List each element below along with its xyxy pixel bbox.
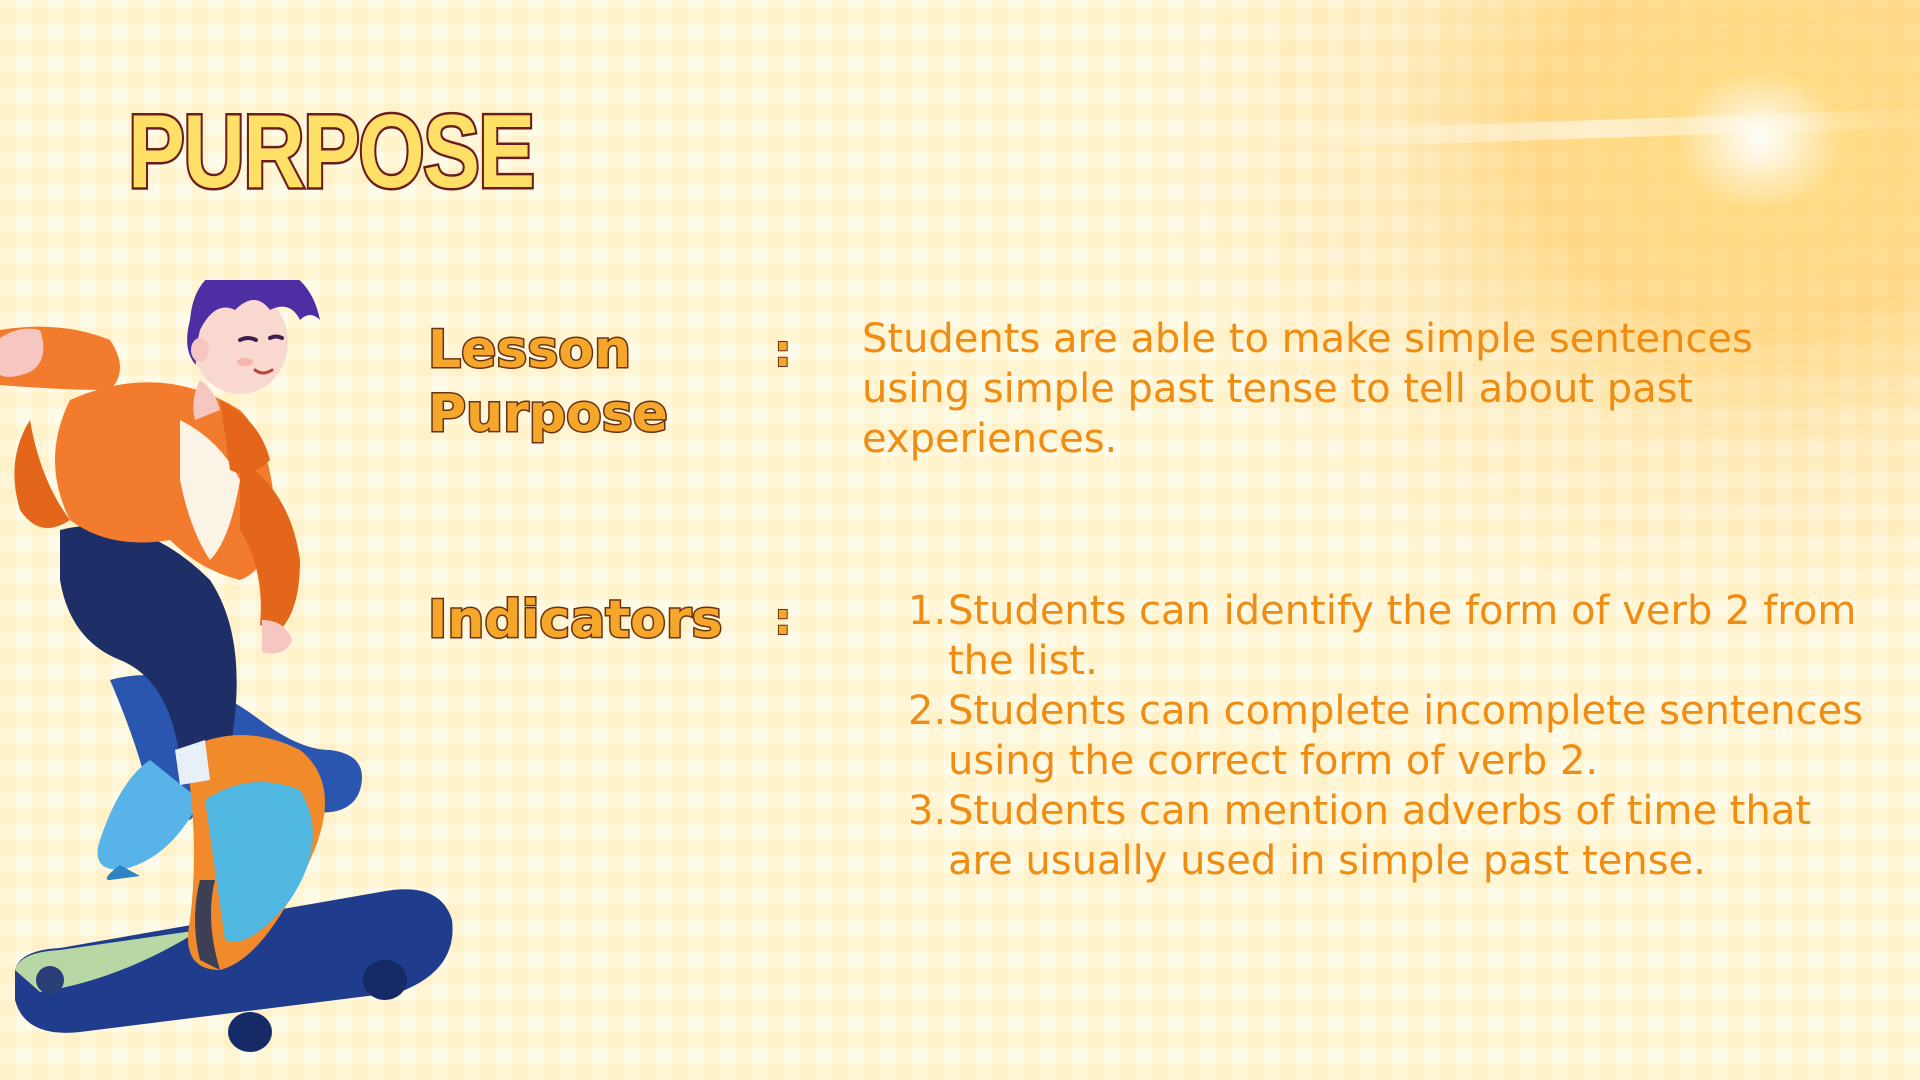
indicators-label: Indicators	[427, 589, 725, 652]
indicator-item: 2. Students can complete incomplete sent…	[908, 686, 1888, 786]
indicator-number: 3.	[908, 788, 947, 834]
indicator-text: Students can complete incomplete sentenc…	[948, 688, 1864, 784]
indicator-number: 1.	[908, 588, 947, 634]
slide: PURPOSE Lesson Purpose: Students are ab…	[0, 0, 1920, 1080]
indicator-text: Students can identify the form of verb 2…	[948, 588, 1857, 684]
indicator-text: Students can mention adverbs of time tha…	[948, 788, 1812, 884]
lesson-purpose-label: Lesson Purpose	[427, 319, 670, 446]
indicator-number: 2.	[908, 688, 947, 734]
indicator-item: 3. Students can mention adverbs of time …	[908, 786, 1888, 886]
lesson-purpose-separator: :	[773, 325, 793, 378]
indicator-item: 1. Students can identify the form of ver…	[908, 586, 1888, 686]
skateboarder-illustration	[0, 280, 453, 1052]
lesson-purpose-text: Students are able to make simple sentenc…	[862, 316, 1753, 462]
indicators-separator: :	[773, 593, 793, 646]
page-title: PURPOSE	[126, 94, 537, 210]
indicators-list: 1. Students can identify the form of ver…	[908, 586, 1888, 886]
